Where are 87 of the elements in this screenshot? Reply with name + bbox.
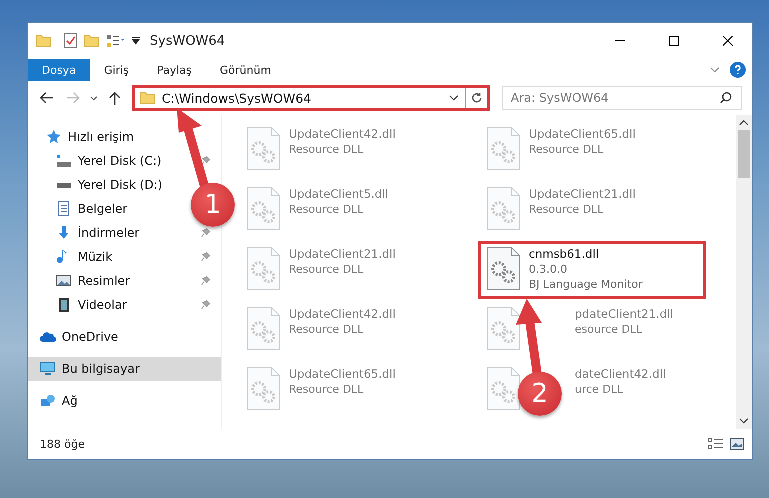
- file-detail: esource DLL: [575, 323, 644, 336]
- search-field[interactable]: Ara: SysWOW64: [502, 86, 742, 110]
- pin-icon[interactable]: [201, 276, 211, 286]
- sidebar-item[interactable]: Resimler: [28, 269, 221, 293]
- sidebar-item[interactable]: Ağ: [28, 389, 88, 413]
- file-detail: urce DLL: [575, 383, 624, 396]
- folder-icon: [140, 91, 156, 105]
- file-detail: 0.3.0.0: [529, 263, 568, 276]
- ribbon-tab[interactable]: Paylaş: [143, 59, 206, 81]
- scrollbar-thumb[interactable]: [738, 130, 750, 178]
- file-name[interactable]: UpdateClient42.dll: [289, 127, 396, 141]
- file-detail: Resource DLL: [289, 383, 365, 396]
- picture-icon: [56, 273, 72, 289]
- file-name[interactable]: pdateClient21.dll: [575, 307, 674, 321]
- pin-icon[interactable]: [201, 228, 211, 238]
- up-arrow-icon: [109, 91, 121, 105]
- film-icon: [56, 297, 72, 313]
- checklist-icon[interactable]: [64, 33, 78, 49]
- properties-icon[interactable]: [106, 34, 126, 48]
- file-name[interactable]: UpdateClient65.dll: [529, 127, 636, 141]
- file-name[interactable]: UpdateClient42.dll: [289, 307, 396, 321]
- sidebar-item[interactable]: Yerel Disk (C:): [28, 149, 221, 173]
- file-detail: Resource DLL: [289, 263, 365, 276]
- file-detail: Resource DLL: [529, 143, 605, 156]
- file-name[interactable]: cnmsb61.dll: [529, 247, 643, 261]
- search-icon: [720, 92, 732, 104]
- gear-file-icon: [247, 127, 281, 171]
- gear-file-icon: [247, 307, 281, 351]
- file-item[interactable]: cnmsb61.dll 0.3.0.0 BJ Language Monitor: [478, 241, 706, 299]
- sidebar-item[interactable]: Hızlı erişim: [28, 125, 144, 149]
- file-name[interactable]: dateClient42.dll: [575, 367, 666, 381]
- file-detail: Resource DLL: [529, 203, 605, 216]
- pin-icon[interactable]: [201, 252, 211, 262]
- scroll-up-icon[interactable]: [739, 120, 749, 126]
- large-icons-view-icon[interactable]: [730, 438, 744, 450]
- sidebar-item[interactable]: Müzik: [28, 245, 221, 269]
- file-name[interactable]: UpdateClient21.dll: [529, 187, 636, 201]
- gear-file-icon: [487, 307, 521, 351]
- file-detail: Resource DLL: [289, 143, 365, 156]
- sidebar-item[interactable]: Videolar: [28, 293, 221, 317]
- gear-file-icon: [247, 187, 281, 231]
- sidebar-item[interactable]: OneDrive: [28, 325, 128, 349]
- chevron-down-icon[interactable]: [449, 95, 459, 101]
- gear-file-icon: [487, 127, 521, 171]
- minimize-icon: [615, 40, 625, 42]
- network-icon: [40, 393, 56, 409]
- star-icon: [46, 129, 62, 145]
- folder-icon: [36, 34, 52, 48]
- gear-file-icon: [247, 367, 281, 411]
- drive-icon: [56, 182, 72, 188]
- pin-icon[interactable]: [201, 156, 211, 166]
- file-name[interactable]: UpdateClient21.dll: [289, 247, 396, 261]
- gear-file-icon: [247, 247, 281, 291]
- drive-icon: [56, 154, 72, 168]
- address-bar[interactable]: C:\Windows\SysWOW64: [132, 85, 490, 111]
- ribbon-tab[interactable]: Giriş: [90, 59, 144, 81]
- document-icon: [56, 201, 72, 217]
- pin-icon[interactable]: [201, 300, 211, 310]
- file-name[interactable]: UpdateClient65.dll: [289, 367, 396, 381]
- monitor-icon: [40, 361, 56, 377]
- file-name[interactable]: UpdateClient5.dll: [289, 187, 389, 201]
- sidebar-item[interactable]: Yerel Disk (D:): [28, 173, 173, 197]
- file-detail: Resource DLL: [289, 203, 365, 216]
- item-count: 188 öğe: [40, 438, 86, 450]
- scroll-down-icon[interactable]: [739, 418, 749, 424]
- file-detail: BJ Language Monitor: [529, 278, 643, 291]
- dropdown-caret-icon[interactable]: [132, 37, 140, 45]
- ribbon-tab[interactable]: Görünüm: [206, 59, 286, 81]
- maximize-icon: [669, 36, 679, 46]
- close-icon: [723, 36, 733, 46]
- refresh-icon: [470, 92, 482, 104]
- gear-file-icon: [487, 187, 521, 231]
- back-arrow-icon: [40, 92, 54, 104]
- caret-icon: [90, 96, 98, 100]
- gear-file-icon: [487, 247, 521, 291]
- scrollbar[interactable]: [736, 115, 752, 429]
- gear-file-icon: [487, 367, 521, 411]
- window-title: SysWOW64: [150, 34, 226, 48]
- ribbon-tab[interactable]: Dosya: [28, 59, 90, 81]
- download-arrow-icon: [56, 225, 72, 241]
- help-icon[interactable]: [730, 62, 746, 78]
- details-view-icon[interactable]: [708, 438, 724, 450]
- folder-icon: [84, 34, 100, 48]
- sidebar-item[interactable]: Bu bilgisayar: [28, 357, 221, 381]
- forward-arrow-icon: [66, 92, 80, 104]
- file-detail: Resource DLL: [289, 323, 365, 336]
- sidebar-item[interactable]: Belgeler: [28, 197, 138, 221]
